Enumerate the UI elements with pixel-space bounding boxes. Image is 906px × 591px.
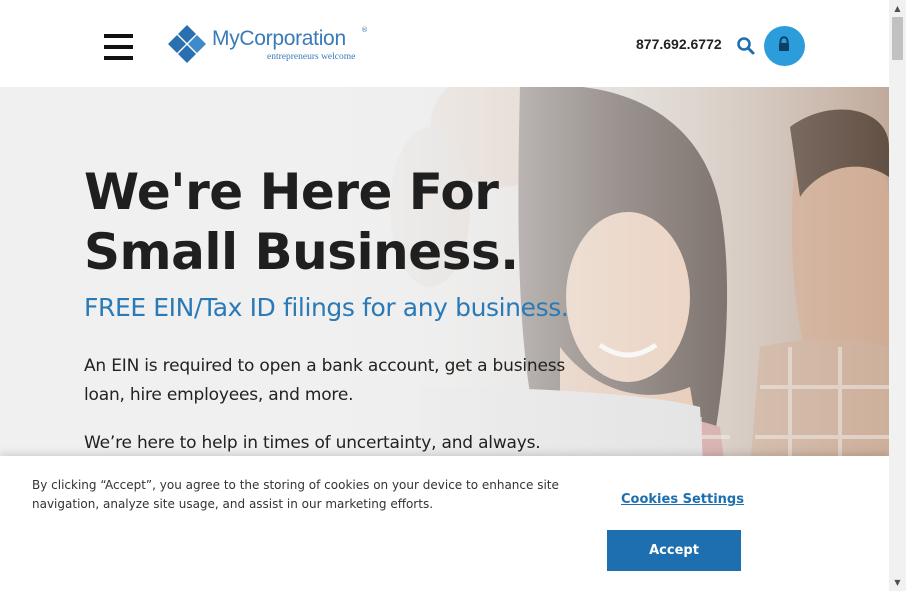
cookie-consent-text: By clicking “Accept”, you agree to the s…	[32, 478, 559, 511]
page-viewport: MyCorporation ® entrepreneurs welcome 87…	[0, 0, 889, 591]
accept-cookies-button[interactable]: Accept	[607, 530, 741, 571]
cookies-settings-link[interactable]: Cookies Settings	[621, 492, 744, 507]
scroll-down-arrow-icon[interactable]: ▼	[889, 574, 906, 591]
hero-subtitle: FREE EIN/Tax ID filings for any business…	[84, 293, 569, 322]
search-icon[interactable]	[736, 36, 756, 56]
vertical-scrollbar[interactable]: ▲ ▼	[889, 0, 906, 591]
logo-registered-mark: ®	[361, 26, 368, 34]
scrollbar-thumb[interactable]	[892, 17, 903, 60]
site-header: MyCorporation ® entrepreneurs welcome 87…	[0, 0, 889, 87]
hero-paragraph-ein: An EIN is required to open a bank accoun…	[84, 356, 566, 405]
cookie-consent-banner: By clicking “Accept”, you agree to the s…	[0, 456, 889, 591]
account-login-button[interactable]	[764, 26, 805, 66]
hero-paragraph-help: We’re here to help in times of uncertain…	[84, 433, 541, 453]
logo-tagline: entrepreneurs welcome	[267, 52, 356, 62]
lock-icon	[779, 36, 789, 51]
mycorporation-logo[interactable]: MyCorporation ® entrepreneurs welcome	[167, 25, 372, 65]
logo-diamond-icon	[168, 25, 206, 63]
hamburger-menu-icon[interactable]	[104, 33, 134, 61]
logo-wordmark: MyCorporation	[212, 27, 346, 50]
phone-link[interactable]: 877.692.6772	[636, 36, 722, 52]
hero-title: We're Here For Small Business.	[84, 163, 519, 281]
scroll-up-arrow-icon[interactable]: ▲	[889, 0, 906, 17]
